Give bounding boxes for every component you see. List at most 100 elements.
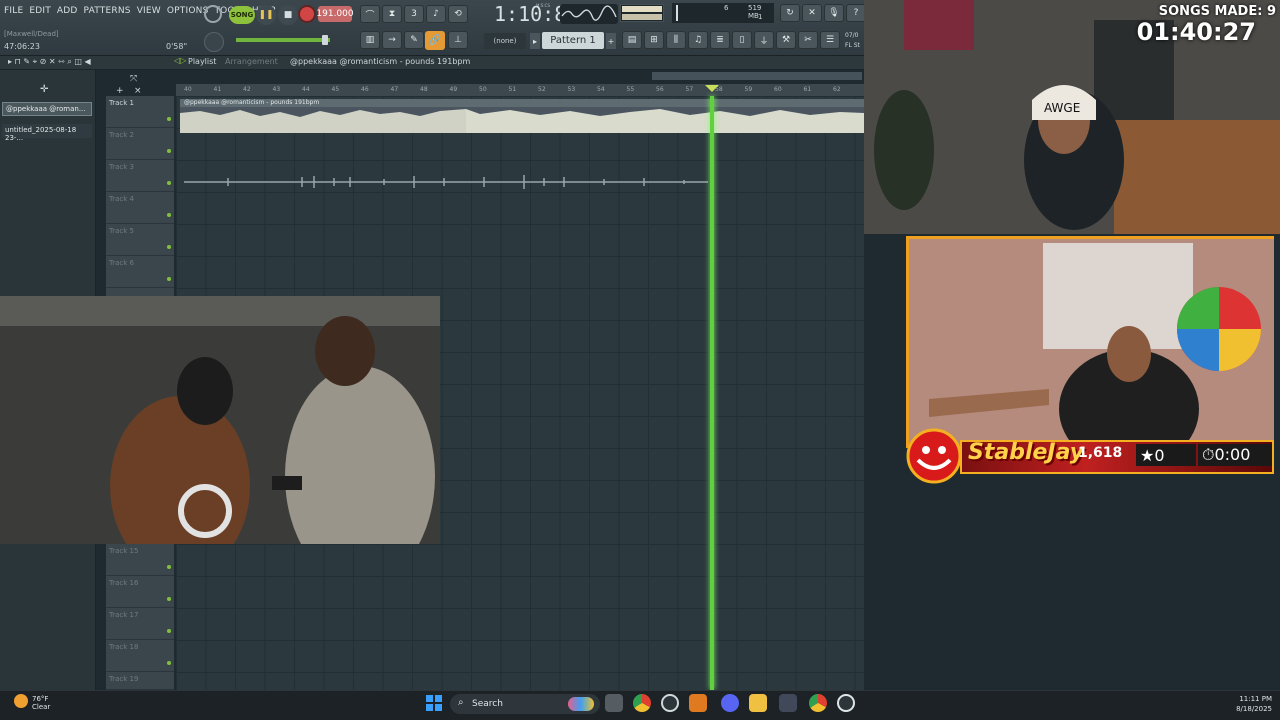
help-icon[interactable]: ? — [846, 4, 866, 22]
loop-record-icon[interactable]: ⟲ — [448, 5, 468, 23]
tool-icon[interactable]: ⚒ — [776, 31, 796, 49]
browser-icon[interactable]: ≣ — [710, 31, 730, 49]
playlist-play-icon[interactable]: ◁▷ — [174, 56, 186, 65]
stop-button[interactable]: ■ — [278, 5, 298, 25]
track-header[interactable]: Track 19 — [106, 672, 174, 690]
pause-button[interactable]: ❚❚ — [256, 5, 276, 25]
plugin-icon[interactable]: ⏚ — [754, 31, 774, 49]
zoom-icon[interactable]: ⤧ — [130, 74, 137, 84]
snap-select[interactable]: (none) — [484, 33, 526, 49]
menu-patterns[interactable]: PATTERNS — [84, 6, 131, 16]
menu-view[interactable]: VIEW — [137, 6, 161, 16]
piano-icon[interactable]: ▥ — [360, 31, 380, 49]
pattern-add-icon[interactable]: + — [606, 33, 616, 49]
track-mute-led[interactable] — [167, 277, 171, 281]
taskbar-search[interactable]: ⌕ Search — [450, 694, 600, 714]
file-icon[interactable]: ▯ — [732, 31, 752, 49]
system-clock[interactable]: 11:11 PM 8/18/2025 — [1222, 694, 1272, 714]
track-mute-led[interactable] — [167, 629, 171, 633]
track-mute-led[interactable] — [167, 245, 171, 249]
brush-icon[interactable]: ✎ — [404, 31, 424, 49]
track-header[interactable]: Track 4 — [106, 192, 174, 224]
link-off-icon[interactable]: ✕ — [802, 4, 822, 22]
app-icon[interactable] — [779, 694, 797, 712]
fl-studio-icon[interactable] — [689, 694, 707, 712]
track-header[interactable]: Track 15 — [106, 544, 174, 576]
banner-name: StableJay — [968, 440, 1085, 465]
track-label: Track 18 — [109, 643, 139, 651]
obs-icon[interactable] — [661, 694, 679, 712]
audio-waveform — [180, 107, 864, 133]
track-header[interactable]: Track 16 — [106, 576, 174, 608]
step-edit-icon[interactable]: ♪ — [426, 5, 446, 23]
ruler-tick: 52 — [538, 86, 546, 93]
playlist-icon[interactable]: ▤ — [622, 31, 642, 49]
playlist-scrollbar[interactable] — [652, 72, 862, 80]
mic-icon[interactable]: 🎙 — [824, 4, 844, 22]
tempo-display[interactable]: 191.000 — [316, 6, 354, 22]
countdown-icon[interactable]: 3 — [404, 5, 424, 23]
track-header[interactable]: Track 6 — [106, 256, 174, 288]
pattern-prev-icon[interactable]: ▸ — [530, 33, 540, 49]
discord-icon[interactable] — [721, 694, 739, 712]
menu-add[interactable]: ADD — [57, 6, 78, 16]
tempo-knob[interactable] — [204, 5, 222, 23]
track-mute-led[interactable] — [167, 213, 171, 217]
track-header[interactable]: Track 5 — [106, 224, 174, 256]
track-mute-led[interactable] — [167, 181, 171, 185]
video-feed — [0, 296, 440, 544]
close-track-icon[interactable]: × — [134, 86, 142, 96]
file-explorer-icon[interactable] — [749, 694, 767, 712]
track-mute-led[interactable] — [167, 597, 171, 601]
timeline-ruler[interactable]: 40 41 42 43 44 45 46 47 48 49 50 51 52 53 54 55 56 57 58 59… — [176, 84, 864, 96]
windows-start-icon[interactable] — [426, 695, 442, 711]
menu-edit[interactable]: EDIT — [29, 6, 51, 16]
cut-icon[interactable]: ✂ — [798, 31, 818, 49]
wait-icon[interactable]: ⧗ — [382, 5, 402, 23]
ruler-tick: 51 — [508, 86, 517, 93]
browser-tools-icon[interactable]: ✛ — [40, 84, 48, 95]
master-pitch-knob[interactable] — [204, 32, 224, 52]
track-header[interactable]: Track 18 — [106, 640, 174, 672]
menu-file[interactable]: FILE — [4, 6, 23, 16]
record-button[interactable] — [298, 5, 316, 23]
playlist-nav-icon[interactable]: ▸ ⊓ ✎ ⌖ ⊘ ✕ ⇿ ⌕ ◫ ◀ — [8, 57, 91, 67]
track-mute-led[interactable] — [167, 117, 171, 121]
chrome-profile-icon[interactable] — [809, 694, 827, 712]
playhead[interactable] — [710, 96, 714, 690]
channel-rack-icon[interactable]: ⊞ — [644, 31, 664, 49]
link-icon[interactable]: 🔗 — [425, 31, 445, 50]
master-volume-slider[interactable] — [236, 38, 330, 42]
piano-roll-icon[interactable]: ♫ — [688, 31, 708, 49]
browser-item[interactable]: @ppekkaaa @roman... — [2, 102, 92, 116]
menu-icon[interactable]: ☰ — [820, 31, 840, 49]
chrome-icon[interactable] — [633, 694, 651, 712]
track-mute-led[interactable] — [167, 565, 171, 569]
pattern-select[interactable]: Pattern 1 — [542, 32, 604, 49]
track-header[interactable]: Track 1 — [106, 96, 174, 128]
weather-widget[interactable]: 76°F Clear — [32, 695, 50, 711]
track-mute-led[interactable] — [167, 149, 171, 153]
add-track-icon[interactable]: + — [116, 86, 124, 96]
master-volume-handle[interactable] — [322, 35, 328, 45]
browser-item[interactable]: untitled_2025-08-18 23-... — [2, 124, 92, 142]
refresh-icon[interactable]: ↻ — [780, 4, 800, 22]
menu-options[interactable]: OPTIONS — [167, 6, 209, 16]
song-mode-button[interactable]: SONG — [229, 6, 255, 24]
media-player-icon[interactable] — [837, 694, 855, 712]
arrow-right-icon[interactable]: → — [382, 31, 402, 49]
weather-icon[interactable] — [14, 694, 28, 708]
songs-made-counter: SONGS MADE: 9 — [1158, 4, 1276, 19]
track-header[interactable]: Track 3 — [106, 160, 174, 192]
weather-condition: Clear — [32, 703, 51, 711]
track-header[interactable]: Track 17 — [106, 608, 174, 640]
track-mute-led[interactable] — [167, 661, 171, 665]
stamp-icon[interactable]: ⊥ — [448, 31, 468, 49]
oscilloscope-wave — [561, 5, 617, 21]
metronome-icon[interactable]: ⌒ — [360, 5, 380, 23]
cpu-bar — [622, 6, 662, 12]
mixer-icon[interactable]: ⫼ — [666, 31, 686, 49]
task-view-icon[interactable] — [605, 694, 623, 712]
track-header[interactable]: Track 2 — [106, 128, 174, 160]
playhead-marker-icon[interactable] — [705, 85, 719, 92]
